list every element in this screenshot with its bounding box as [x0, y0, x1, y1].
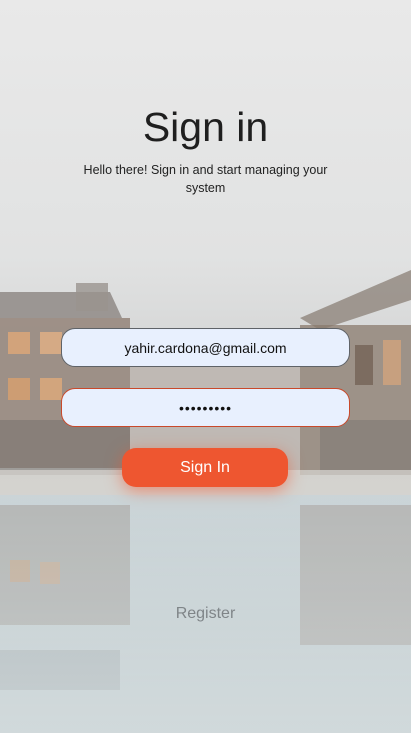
subtitle-text: Hello there! Sign in and start managing …	[83, 163, 328, 195]
signin-screen: Sign in Hello there! Sign in and start m…	[0, 0, 411, 733]
password-field[interactable]	[61, 388, 350, 427]
sign-in-button[interactable]: Sign In	[122, 448, 288, 487]
register-link[interactable]: Register	[0, 605, 411, 623]
page-title: Sign in	[142, 104, 269, 150]
email-field[interactable]	[61, 328, 350, 367]
